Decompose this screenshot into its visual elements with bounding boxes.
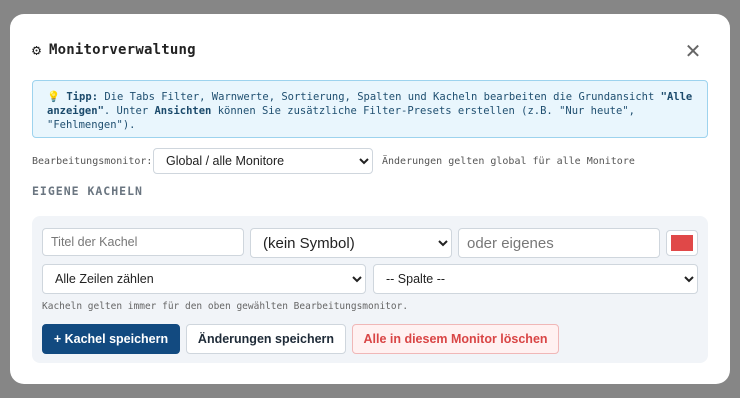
close-icon[interactable]: ✕ xyxy=(682,40,704,62)
monitor-note: Änderungen gelten global für alle Monito… xyxy=(382,155,635,167)
dialog-header: ⚙ Monitorverwaltung xyxy=(32,42,196,58)
tile-editor-panel: (kein Symbol) Alle Zeilen zählen -- Spal… xyxy=(32,216,708,363)
gear-icon: ⚙ xyxy=(32,40,42,59)
dialog-title: Monitorverwaltung xyxy=(49,42,196,58)
save-tile-button[interactable]: + Kachel speichern xyxy=(42,324,180,354)
lightbulb-icon: 💡 xyxy=(47,91,61,103)
tiles-note: Kacheln gelten immer für den oben gewähl… xyxy=(42,301,409,312)
column-select[interactable]: -- Spalte -- xyxy=(373,264,698,294)
tip-text-1: Die Tabs Filter, Warnwerte, Sortierung, … xyxy=(98,91,661,103)
delete-all-button[interactable]: Alle in diesem Monitor löschen xyxy=(352,324,559,354)
monitor-row: Bearbeitungsmonitor: Global / alle Monit… xyxy=(32,148,635,174)
section-title-own-tiles: EIGENE KACHELN xyxy=(32,184,143,198)
monitor-label: Bearbeitungsmonitor: xyxy=(32,155,153,167)
count-mode-select[interactable]: Alle Zeilen zählen xyxy=(42,264,366,294)
color-swatch xyxy=(671,235,693,251)
tip-prefix: Tipp: xyxy=(66,91,99,103)
symbol-select[interactable]: (kein Symbol) xyxy=(250,228,452,258)
monitor-select[interactable]: Global / alle Monitore xyxy=(153,148,373,174)
tile-title-input[interactable] xyxy=(42,228,244,256)
own-symbol-input[interactable] xyxy=(458,228,660,258)
tip-box: 💡 Tipp: Die Tabs Filter, Warnwerte, Sort… xyxy=(32,80,708,138)
color-picker[interactable] xyxy=(666,230,698,256)
tip-text-2: . Unter xyxy=(103,105,155,117)
save-changes-button[interactable]: Änderungen speichern xyxy=(186,324,346,354)
monitor-management-dialog: ⚙ Monitorverwaltung ✕ 💡 Tipp: Die Tabs F… xyxy=(10,14,730,384)
tip-highlight-views: Ansichten xyxy=(154,105,212,117)
